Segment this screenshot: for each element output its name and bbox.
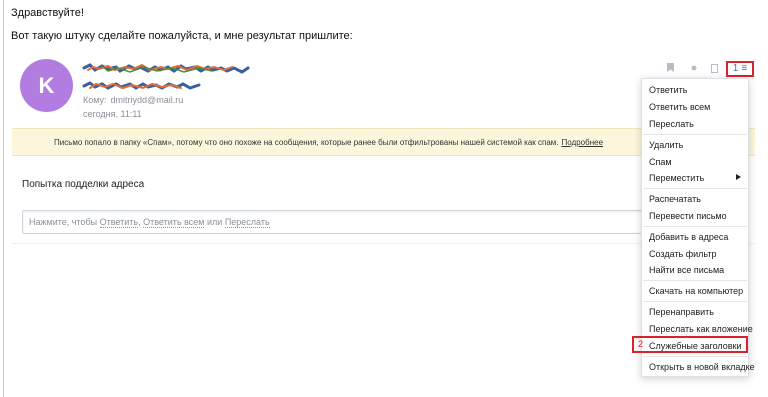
reply-all-link[interactable]: Ответить всем <box>143 217 205 228</box>
reply-link[interactable]: Ответить <box>99 217 139 228</box>
menu-item-redirect[interactable]: Перенаправить <box>649 307 714 317</box>
more-actions-menu: Ответить Ответить всем Переслать Удалить… <box>641 78 755 377</box>
recipient-address[interactable]: dmitriydd@mail.ru <box>111 95 184 105</box>
annotation-highlight-box <box>632 336 748 353</box>
greeting-text: Здравствуйте! <box>11 7 84 19</box>
submenu-arrow-icon <box>736 174 741 180</box>
more-actions-button[interactable]: 1 ≡ <box>726 61 754 77</box>
menu-divider <box>643 226 747 227</box>
menu-item-forward[interactable]: Переслать <box>649 119 694 129</box>
menu-divider <box>643 356 747 357</box>
menu-item-reply-all[interactable]: Ответить всем <box>649 102 710 112</box>
redacted-sender-email <box>82 81 201 90</box>
reply-prefix: Нажмите, чтобы <box>29 217 98 227</box>
menu-item-delete[interactable]: Удалить <box>649 140 683 150</box>
redacted-sender-name <box>82 63 250 74</box>
spam-notice-text: Письмо попало в папку «Спам», потому что… <box>53 138 559 147</box>
dot-icon[interactable] <box>691 63 697 73</box>
square-icon[interactable] <box>711 64 718 73</box>
email-date: сегодня, 11:11 <box>83 109 142 119</box>
mail-view: Здравствуйте! Вот такую штуку сделайте п… <box>0 0 768 397</box>
menu-item-spam[interactable]: Спам <box>649 157 672 167</box>
step-number-2: 2 <box>638 339 644 349</box>
email-subject: Попытка подделки адреса <box>22 179 145 190</box>
menu-item-download[interactable]: Скачать на компьютер <box>649 286 743 296</box>
menu-item-open-new-tab[interactable]: Открыть в новой вкладке <box>649 362 755 372</box>
quick-reply-box[interactable]: Нажмите, чтобы Ответить, Ответить всем и… <box>22 210 644 234</box>
menu-divider <box>643 280 747 281</box>
menu-icon: ≡ <box>741 63 748 74</box>
left-divider <box>3 0 4 397</box>
menu-item-move[interactable]: Переместить <box>649 173 704 183</box>
menu-divider <box>643 301 747 302</box>
request-text: Вот такую штуку сделайте пожалуйста, и м… <box>11 30 353 42</box>
menu-item-print[interactable]: Распечатать <box>649 194 701 204</box>
menu-item-add-to-contacts[interactable]: Добавить в адреса <box>649 232 728 242</box>
avatar[interactable]: K <box>20 59 73 112</box>
reply-or: или <box>206 217 223 227</box>
recipient-line: Кому: dmitriydd@mail.ru <box>83 95 183 105</box>
spam-notice-more-link[interactable]: Подробнее <box>562 138 604 147</box>
menu-item-create-filter[interactable]: Создать фильтр <box>649 249 717 259</box>
step-number-1: 1 <box>732 63 739 74</box>
forward-link[interactable]: Переслать <box>224 217 270 228</box>
menu-item-translate[interactable]: Перевести письмо <box>649 211 727 221</box>
menu-divider <box>643 188 747 189</box>
menu-item-reply[interactable]: Ответить <box>649 85 687 95</box>
recipient-label: Кому: <box>83 95 107 105</box>
bookmark-icon[interactable] <box>667 63 674 74</box>
menu-item-forward-as-attachment[interactable]: Переслать как вложение <box>649 324 753 334</box>
menu-item-find-all[interactable]: Найти все письма <box>649 265 724 275</box>
menu-divider <box>643 134 747 135</box>
